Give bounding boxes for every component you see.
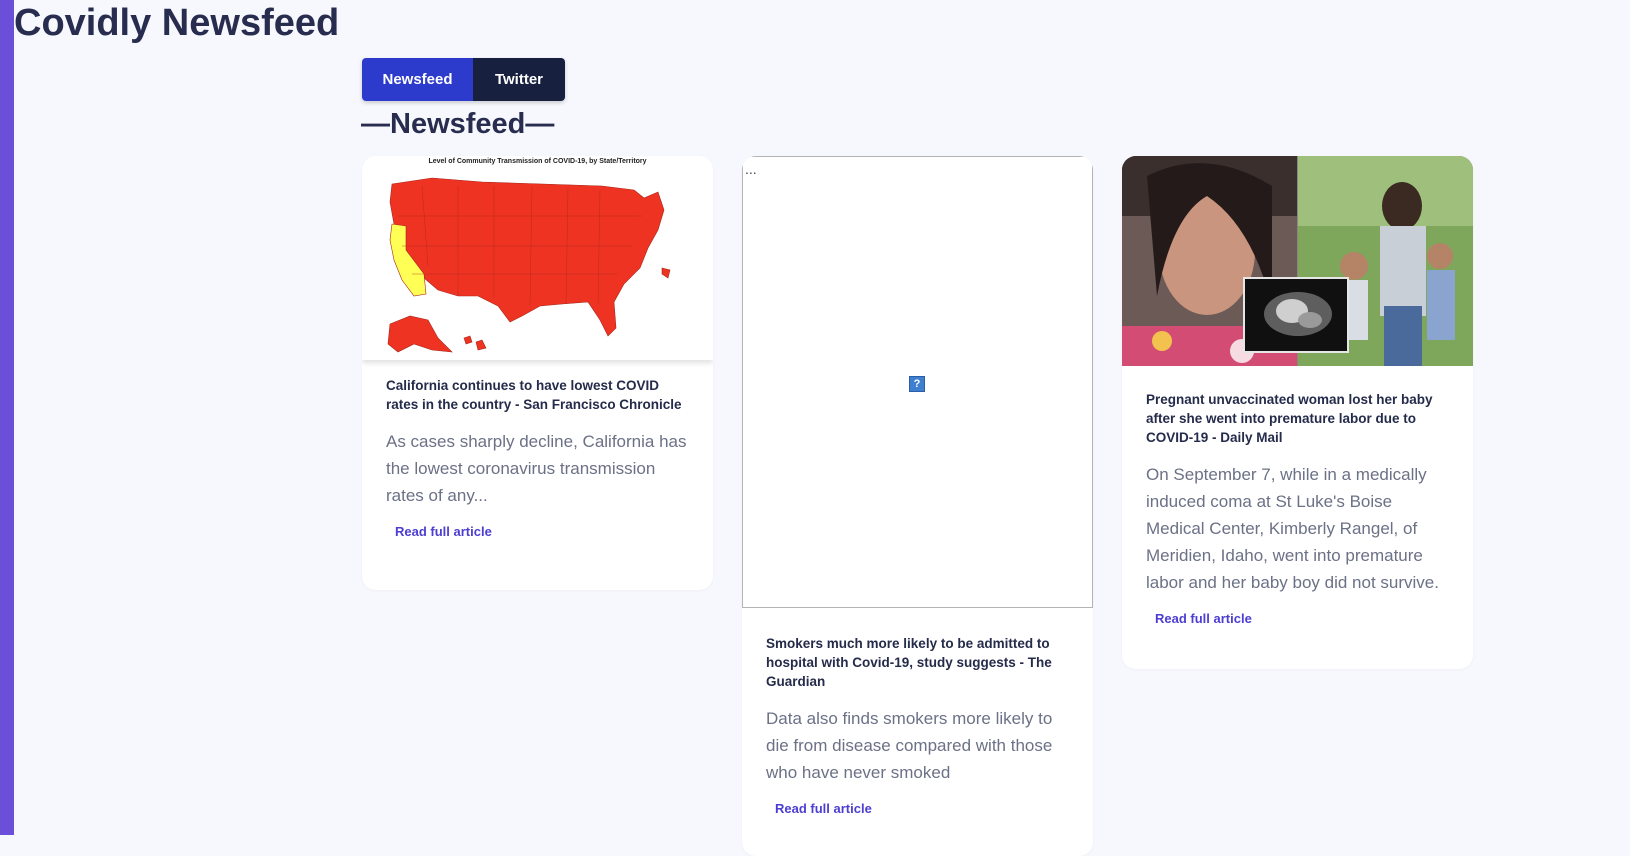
article-description: Data also finds smokers more likely to d… [766, 709, 1053, 782]
us-map-graphic [387, 177, 671, 353]
read-full-article-link[interactable]: Read full article [395, 524, 492, 539]
article-title[interactable]: Pregnant unvaccinated woman lost her bab… [1122, 390, 1473, 447]
app-title: Covidly Newsfeed [14, 2, 340, 44]
read-full-article-link[interactable]: Read full article [775, 801, 872, 816]
article-image-broken[interactable]: ... ? [742, 156, 1093, 608]
article-description: As cases sharply decline, California has… [386, 432, 687, 505]
article-title[interactable]: Smokers much more likely to be admitted … [742, 634, 1093, 691]
article-image-collage[interactable] [1122, 156, 1473, 366]
tab-twitter[interactable]: Twitter [473, 58, 565, 101]
side-accent-bar [0, 0, 14, 835]
tab-newsfeed[interactable]: Newsfeed [362, 58, 473, 101]
section-heading: —Newsfeed— [361, 108, 555, 140]
map-caption: Level of Community Transmission of COVID… [428, 158, 647, 165]
article-card: Level of Community Transmission of COVID… [362, 156, 713, 590]
article-card: Pregnant unvaccinated woman lost her bab… [1122, 156, 1473, 669]
tab-bar: Newsfeed Twitter [362, 58, 565, 101]
article-card: ... ? Smokers much more likely to be adm… [742, 156, 1093, 856]
article-image-us-map[interactable]: Level of Community Transmission of COVID… [362, 156, 713, 360]
photo-collage [1122, 156, 1473, 366]
article-title[interactable]: California continues to have lowest COVI… [362, 376, 713, 414]
article-description: On September 7, while in a medically ind… [1146, 465, 1439, 592]
broken-image-alt: ... [745, 161, 757, 177]
read-full-article-link[interactable]: Read full article [1155, 611, 1252, 626]
broken-image-icon: ? [909, 376, 925, 392]
